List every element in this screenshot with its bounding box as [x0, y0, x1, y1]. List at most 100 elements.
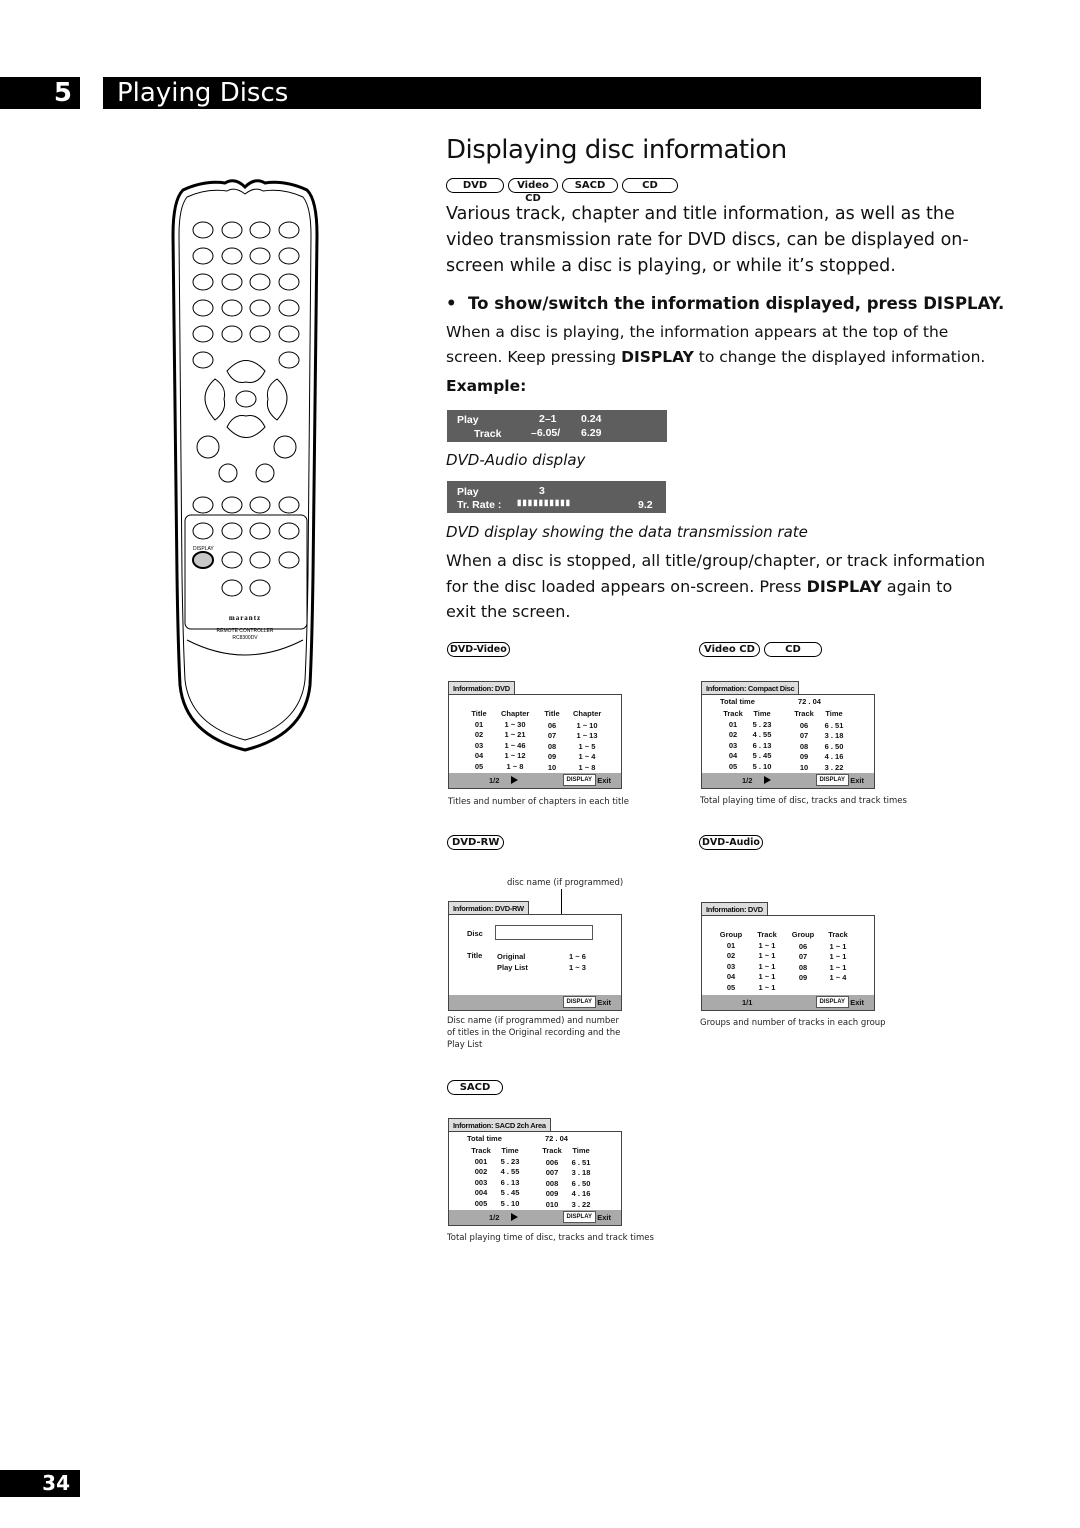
next-page-arrow-icon[interactable] — [511, 776, 518, 784]
table-cell: 6 . 51 — [571, 1157, 591, 1167]
table-cell: 1 ~ 8 — [578, 762, 596, 772]
badge-dvd-rw: DVD-RW — [447, 835, 505, 850]
remote-button[interactable] — [192, 522, 214, 540]
table-cell: 01 — [726, 940, 736, 950]
remote-button[interactable] — [192, 247, 214, 265]
remote-button[interactable] — [249, 579, 271, 597]
original-label: Original — [497, 952, 526, 961]
table-cell: 05 — [474, 761, 484, 771]
remote-button[interactable] — [278, 496, 300, 514]
remote-button[interactable] — [221, 221, 243, 239]
info-screen-dvd-audio: Information: DVD Group Track Group Track 01 1… — [701, 902, 875, 1012]
remote-button[interactable] — [249, 522, 271, 540]
column-header: Title — [471, 709, 487, 718]
column-header: Track — [542, 1146, 562, 1155]
instruction-heading: • To show/switch the information display… — [446, 294, 1004, 313]
sacd-caption: Total playing time of disc, tracks and t… — [447, 1233, 654, 1243]
remote-button[interactable] — [221, 551, 243, 569]
remote-button[interactable] — [218, 463, 238, 483]
next-page-arrow-icon[interactable] — [764, 776, 771, 784]
column-header: Time — [825, 709, 843, 718]
table-cell: 3 . 18 — [571, 1168, 591, 1177]
display-button[interactable]: DISPLAY — [562, 1211, 596, 1223]
remote-button[interactable] — [192, 496, 214, 514]
total-time-value: 72 . 04 — [798, 697, 821, 706]
remote-button[interactable] — [278, 522, 300, 540]
table-cell: 1 ~ 1 — [758, 940, 776, 950]
remote-button[interactable] — [221, 247, 243, 265]
table-cell: 08 — [799, 741, 809, 751]
osd-track-value: –6.05/ — [531, 427, 561, 439]
badge-dvd: DVD — [446, 178, 504, 193]
display-button[interactable]: DISPLAY — [815, 996, 849, 1008]
chapter-title: Playing Discs — [103, 77, 981, 109]
remote-button[interactable] — [221, 579, 243, 597]
total-time-label: Total time — [720, 697, 755, 706]
remote-button[interactable] — [249, 273, 271, 291]
page-indicator: 1/1 — [742, 998, 753, 1007]
dpad-enter-button[interactable] — [235, 390, 257, 408]
table-cell: 5 . 23 — [752, 719, 772, 729]
remote-button[interactable] — [278, 247, 300, 265]
instruction-text-bold: DISPLAY — [621, 348, 694, 366]
remote-button[interactable] — [221, 522, 243, 540]
remote-button[interactable] — [249, 247, 271, 265]
remote-button[interactable] — [278, 325, 300, 343]
table-cell: 05 — [728, 761, 738, 771]
remote-button[interactable] — [278, 299, 300, 317]
column-header: Track — [471, 1146, 491, 1155]
remote-button[interactable] — [255, 463, 275, 483]
remote-button[interactable] — [278, 221, 300, 239]
badge-video-cd-2: Video CD — [699, 642, 760, 657]
page-number: 34 — [0, 1470, 80, 1497]
remote-button[interactable] — [192, 351, 214, 369]
display-button[interactable]: DISPLAY — [815, 774, 849, 786]
osd-rate-play-value: 3 — [539, 485, 545, 497]
disc-label: Disc — [467, 929, 483, 938]
remote-button[interactable] — [249, 496, 271, 514]
table-cell: 1 ~ 30 — [504, 719, 526, 729]
remote-button[interactable] — [192, 273, 214, 291]
remote-button[interactable] — [196, 435, 220, 459]
column-header: Track — [828, 930, 848, 939]
bullet: • — [446, 294, 457, 313]
remote-button[interactable] — [278, 273, 300, 291]
remote-button[interactable] — [249, 325, 271, 343]
remote-button[interactable] — [278, 551, 300, 569]
badge-sacd-2: SACD — [447, 1080, 503, 1095]
column-header: Time — [572, 1146, 590, 1155]
display-button[interactable]: DISPLAY — [562, 996, 596, 1008]
table-cell: 02 — [726, 951, 736, 960]
remote-button[interactable] — [192, 299, 214, 317]
table-cell: 06 — [547, 720, 557, 730]
remote-button[interactable] — [273, 435, 297, 459]
remote-button[interactable] — [221, 299, 243, 317]
remote-button[interactable] — [249, 551, 271, 569]
table-cell: 05 — [726, 982, 736, 992]
table-cell: 03 — [726, 961, 736, 971]
remote-button[interactable] — [221, 496, 243, 514]
display-button[interactable]: DISPLAY — [562, 774, 596, 786]
table-cell: 6 . 13 — [500, 1177, 520, 1187]
example-label: Example: — [446, 377, 527, 395]
display-button[interactable] — [192, 551, 214, 569]
remote-button[interactable] — [278, 351, 300, 369]
remote-button[interactable] — [192, 221, 214, 239]
table-cell: 1 ~ 4 — [829, 973, 847, 982]
instruction-text: When a disc is playing, the information … — [446, 320, 991, 370]
info-footer: 1/2 DISPLAY Exit — [449, 773, 621, 788]
info-tab: Information: SACD 2ch Area — [448, 1118, 551, 1132]
next-page-arrow-icon[interactable] — [511, 1213, 518, 1221]
table-cell: 004 — [474, 1188, 488, 1197]
table-cell: 5 . 10 — [500, 1198, 520, 1208]
remote-button[interactable] — [249, 299, 271, 317]
remote-button[interactable] — [221, 325, 243, 343]
cd-badges: Video CD CD — [699, 642, 822, 657]
remote-button[interactable] — [192, 325, 214, 343]
column-header: Track — [723, 709, 743, 718]
remote-button[interactable] — [249, 221, 271, 239]
osd-track-time: 6.29 — [581, 427, 602, 439]
chapter-number: 5 — [0, 77, 80, 109]
osd-rate-label: Tr. Rate : — [457, 499, 502, 511]
remote-button[interactable] — [221, 273, 243, 291]
